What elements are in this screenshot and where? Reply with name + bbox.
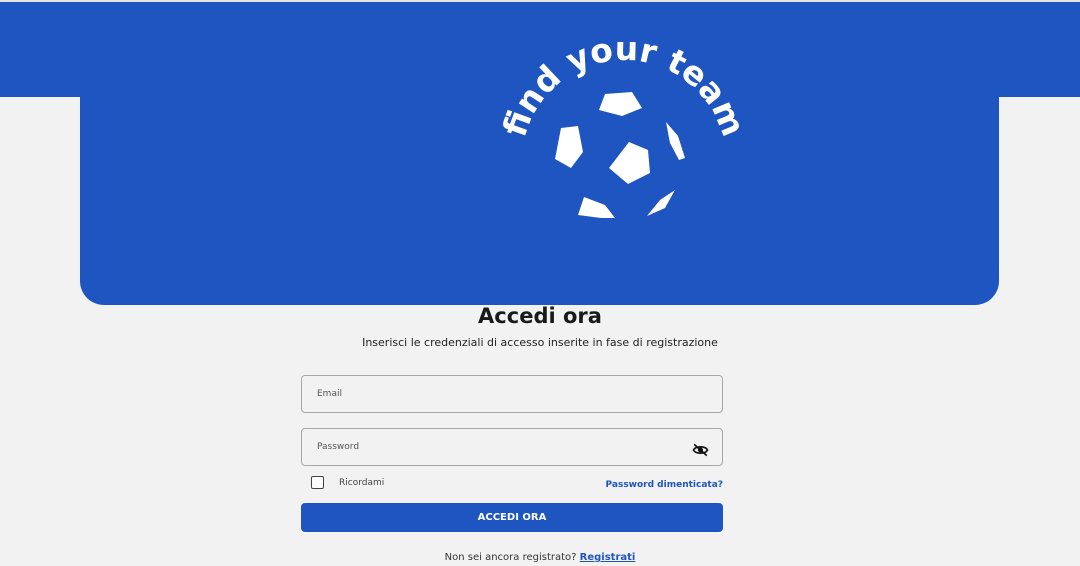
signup-prompt: Non sei ancora registrato?: [444, 552, 577, 563]
signup-link[interactable]: Registrati: [580, 552, 636, 563]
password-field-container: [301, 428, 723, 466]
page-title: Accedi ora: [478, 304, 602, 328]
remember-checkbox[interactable]: [311, 476, 324, 489]
eye-off-icon[interactable]: [692, 443, 709, 457]
page-subtitle: Inserisci le credenziali di accesso inse…: [362, 336, 718, 349]
hero-banner: find your team: [80, 2, 999, 305]
login-button[interactable]: ACCEDI ORA: [301, 503, 723, 532]
remember-label: Ricordami: [339, 478, 385, 488]
logo-textpath: find your team: [495, 42, 750, 142]
email-field[interactable]: [302, 376, 722, 412]
signup-row: Non sei ancora registrato? Registrati: [0, 552, 1080, 563]
logo-text: find your team: [495, 42, 750, 142]
forgot-password-link[interactable]: Password dimenticata?: [560, 480, 723, 490]
email-field-container: [301, 375, 723, 413]
password-field[interactable]: [302, 429, 722, 465]
logo-icon: find your team: [495, 42, 750, 218]
